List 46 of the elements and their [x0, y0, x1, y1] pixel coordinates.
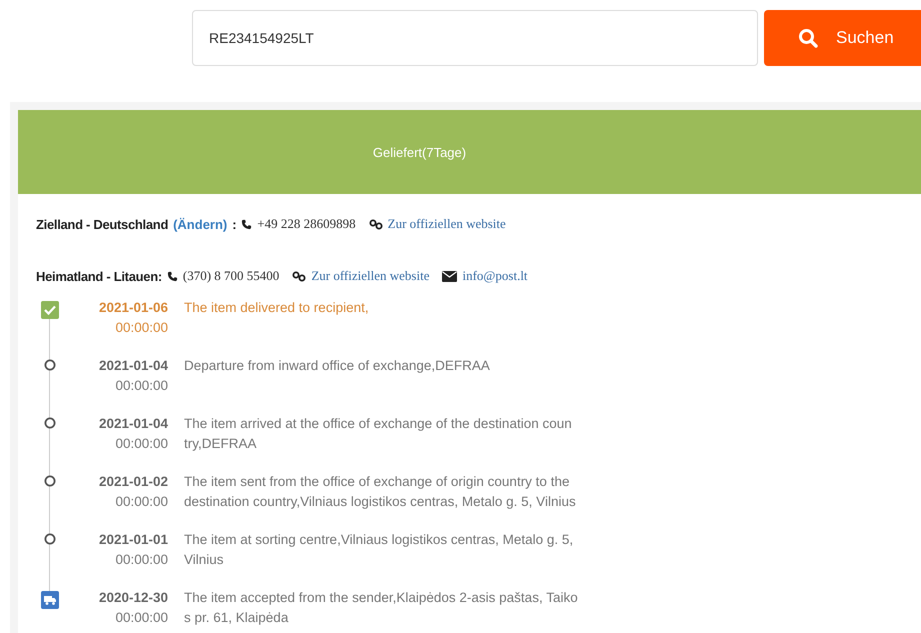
event-time: 00:00:00 — [115, 609, 168, 627]
website-link[interactable]: Zur offiziellen website — [311, 268, 430, 284]
circle-icon — [44, 417, 56, 429]
event-description: The item accepted from the sender,Klaipėdos 2-asis paštas, Taiko — [184, 589, 578, 607]
event-description: The item at sorting centre,Vilniaus logistikos centras, Metalo g. 5, — [184, 531, 574, 549]
event-date: 2021-01-04 — [98, 357, 168, 375]
envelope-icon — [442, 270, 458, 282]
event-description: The item arrived at the office of exchange of the destination coun — [184, 415, 572, 433]
event-description: try,DEFRAA — [184, 435, 258, 453]
search-field[interactable]: RE234154925LT — [192, 10, 758, 66]
search-button[interactable]: Suchen — [764, 10, 921, 66]
event-date: 2020-12-30 — [98, 589, 168, 607]
event-time: 00:00:00 — [115, 551, 168, 569]
status-text: Geliefert(7Tage) — [372, 144, 466, 160]
search-icon — [798, 28, 818, 48]
event-time: 00:00:00 — [115, 319, 168, 337]
phone-number: (370) 8 700 55400 — [182, 268, 280, 284]
event-description: Departure from inward office of exchange,DEFRAA — [184, 357, 490, 375]
truck-icon — [41, 591, 59, 609]
event-description: destination country,Vilniaus logistikos centras, Metalo g. 5, Vilnius — [184, 493, 576, 511]
link-icon — [292, 270, 306, 282]
event-description: Vilnius — [184, 551, 225, 569]
event-time: 00:00:00 — [115, 377, 168, 395]
circle-icon — [44, 533, 56, 545]
email-link[interactable]: info@post.lt — [462, 268, 528, 284]
event-description: The item delivered to recipient, — [184, 299, 369, 317]
event-date: 2021-01-01 — [98, 531, 168, 549]
phone-icon — [166, 270, 178, 282]
phone-number: +49 228 28609898 — [257, 216, 356, 232]
link-icon — [368, 218, 383, 230]
change-link[interactable]: (Ändern) — [173, 216, 228, 232]
circle-icon — [44, 359, 56, 371]
colon-text: : — [232, 216, 236, 232]
phone-icon — [241, 218, 252, 230]
event-description: s pr. 61, Klaipėda — [184, 609, 290, 627]
event-date: 2021-01-06 — [98, 299, 168, 317]
website-link[interactable]: Zur offiziellen website — [388, 216, 506, 232]
event-date: 2021-01-04 — [98, 415, 168, 433]
event-time: 00:00:00 — [115, 435, 168, 453]
origin-label: Heimatland - Litauen: — [36, 268, 162, 284]
event-time: 00:00:00 — [115, 493, 168, 511]
event-description: The item sent from the office of exchange of origin country to the — [184, 473, 570, 491]
checkmark-icon — [41, 301, 59, 319]
event-date: 2021-01-02 — [98, 473, 168, 491]
circle-icon — [44, 475, 56, 487]
destination-label: Zielland - Deutschland — [36, 216, 168, 232]
